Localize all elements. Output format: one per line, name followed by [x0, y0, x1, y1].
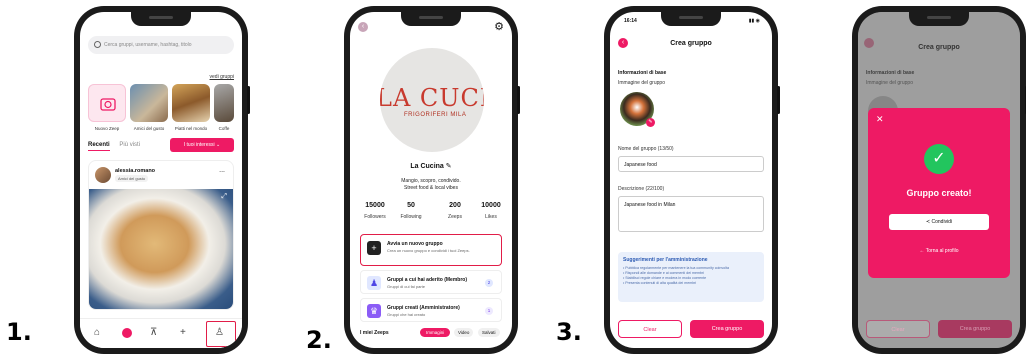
notch [401, 12, 461, 26]
share-button[interactable]: ≺ Condividi [889, 214, 989, 230]
stat-zeeps-label: Zeeps [448, 214, 462, 220]
notch [661, 12, 721, 26]
stat-followers-value: 15000 [365, 202, 385, 209]
search-input[interactable]: Cerca gruppi, username, hashtag, titolo [88, 36, 234, 54]
stat-followers-label: Followers [364, 214, 386, 220]
name-label: Nome del gruppo (13/50) [618, 146, 674, 152]
new-group-card[interactable]: + Avvia un nuovo gruppo Crea un nuovo gr… [360, 234, 502, 266]
post-menu-icon[interactable]: ... [219, 167, 225, 174]
stat-following-value: 50 [407, 202, 415, 209]
profile-icon: ♙ [215, 327, 224, 338]
feed-tabs: Recenti Più visti [88, 142, 140, 151]
notch [131, 12, 191, 26]
profile-screen: ‹ ⚙ LA CUCIN FRIGORIFERI MILA La Cucina … [350, 12, 512, 348]
bottom-nav: ⌂ ⊼ + ♙ [80, 318, 242, 348]
stat-likes-label: Likes [485, 214, 497, 220]
interessi-button[interactable]: I tuoi interessi ⌄ [170, 138, 234, 152]
stat-likes-value: 10000 [481, 202, 501, 209]
description-field[interactable]: Japanese food in Milan [618, 196, 764, 232]
story-label: Coffe [218, 126, 230, 131]
members-icon: ♟ [367, 276, 381, 290]
plus-icon[interactable]: + [180, 327, 186, 338]
zeep-icon[interactable] [122, 328, 132, 338]
status-time: 16:14 [624, 18, 637, 24]
success-modal: ✕ ✓ Gruppo creato! ≺ Condividi ← Torna a… [868, 108, 1010, 278]
story-label: Nuovo Zeep [94, 126, 120, 131]
story-amici-del-gusto[interactable] [130, 84, 168, 122]
avatar [95, 167, 111, 183]
tab-recenti[interactable]: Recenti [88, 142, 110, 151]
camera-icon [100, 98, 116, 111]
home-icon[interactable]: ⌂ [94, 327, 100, 338]
tutorial-stage: 1. 2. 3. Cerca gruppi, username, hashtag… [0, 0, 1026, 356]
search-icon [94, 41, 101, 48]
my-zeeps-label: I miei Zeeps [360, 330, 389, 336]
page-title: Crea gruppo [670, 40, 712, 47]
story-new-zeep[interactable] [88, 84, 126, 122]
phone-home-feed: Cerca gruppi, username, hashtag, titolo … [74, 6, 250, 354]
zeeps-bar: I miei Zeeps Immagini Video Salvati [350, 322, 512, 348]
close-icon[interactable]: ✕ [876, 114, 884, 125]
story-label: Piatti nel mondo [174, 126, 208, 131]
status-icons: ▮▮ ◉ [748, 18, 760, 24]
notch [909, 12, 969, 26]
success-title: Gruppo creato! [906, 188, 972, 198]
stat-following-label: Following [400, 214, 422, 220]
create-group-button: Crea gruppo [938, 320, 1012, 338]
tab-immagini[interactable]: Immagini [420, 328, 451, 337]
admin-icon: ♛ [367, 304, 381, 318]
back-icon[interactable]: ‹ [358, 22, 368, 32]
post-group-badge: Amici del gusto [115, 175, 149, 182]
phone-profile: ‹ ⚙ LA CUCIN FRIGORIFERI MILA La Cucina … [344, 6, 520, 354]
vedi-gruppi-link[interactable]: vedi gruppi [210, 74, 234, 80]
profile-name: La Cucina ✎ [410, 163, 452, 170]
story-coffee[interactable] [214, 84, 234, 122]
tab-piu-visti[interactable]: Più visti [119, 142, 140, 148]
description-label: Descrizione (22/100) [618, 186, 665, 192]
create-group-button[interactable]: Crea gruppo [690, 320, 764, 338]
step-1-label: 1. [6, 318, 32, 346]
expand-icon[interactable]: ⤢ [221, 193, 227, 201]
clear-button[interactable]: Clear [618, 320, 682, 338]
post-username: alessia.romano [115, 168, 156, 174]
member-count-badge: 2 [485, 279, 493, 287]
stat-zeeps-value: 200 [449, 202, 461, 209]
profile-bio: Mangio, scopro, condivido. Street food &… [401, 178, 461, 191]
admin-groups-card[interactable]: ♛ Gruppi creati (Amministratore) Gruppi … [360, 298, 502, 322]
post-image [89, 189, 233, 309]
home-screen: Cerca gruppi, username, hashtag, titolo … [80, 12, 242, 348]
section-title: Informazioni di base [618, 70, 667, 76]
share-icon: ≺ [925, 219, 931, 225]
feed-post[interactable]: alessia.romano Amici del gusto ... ⤢ [88, 160, 234, 310]
member-groups-card[interactable]: ♟ Gruppi a cui hai aderito (Membro) Grup… [360, 270, 502, 294]
gear-icon[interactable]: ⚙ [494, 20, 504, 33]
group-name-field[interactable]: Japanese food [618, 156, 764, 172]
tab-video[interactable]: Video [454, 328, 474, 337]
story-piatti-nel-mondo[interactable] [172, 84, 210, 122]
check-icon: ✓ [924, 144, 954, 174]
create-group-screen: 16:14 ▮▮ ◉ ‹ Crea gruppo Informazioni di… [610, 12, 772, 348]
profile-logo: LA CUCIN FRIGORIFERI MILA [380, 48, 484, 152]
admin-count-badge: 1 [485, 307, 493, 315]
step-2-label: 2. [306, 326, 332, 354]
back-to-profile-link[interactable]: ← Torna al profilo [868, 248, 1010, 254]
tab-salvati[interactable]: Salvati [478, 328, 500, 337]
image-label: Immagine del gruppo [618, 80, 665, 86]
step-3-label: 3. [556, 318, 582, 346]
clear-button: Clear [866, 320, 930, 338]
edit-image-icon[interactable]: ✎ [646, 118, 655, 127]
phone-create-group: 16:14 ▮▮ ◉ ‹ Crea gruppo Informazioni di… [604, 6, 780, 354]
plus-icon: + [367, 241, 381, 255]
story-label: Amici del gusto [133, 126, 165, 131]
admin-suggestions: Suggerimenti per l'amministrazione • Pub… [618, 252, 764, 302]
phone-group-created: Crea gruppo Informazioni di base Immagin… [852, 6, 1026, 354]
cart-icon[interactable]: ⊼ [150, 327, 157, 338]
group-created-screen: Crea gruppo Informazioni di base Immagin… [858, 12, 1020, 348]
